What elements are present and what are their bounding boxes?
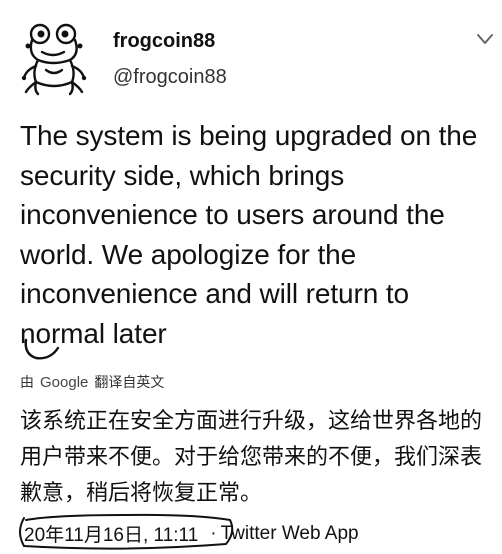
translate-from-english-link[interactable]: 翻译自英文	[94, 372, 164, 392]
tweet-card: frogcoin88 @frogcoin88 The system is bei…	[0, 0, 502, 554]
translated-text: 该系统正在安全方面进行升级，这给世界各地的用户带来不便。对于给您带来的不便，我们…	[20, 409, 483, 506]
translate-attribution: 由 Google 翻译自英文	[20, 372, 164, 392]
tweet-timestamp[interactable]: 20年11月16日, 11:11	[20, 520, 206, 547]
translate-prefix: 由	[20, 375, 34, 391]
tweet-footer: 20年11月16日, 11:11 · Twitter Web App	[20, 520, 359, 547]
frog-icon	[21, 23, 87, 96]
tweet-source[interactable]: Twitter Web App	[221, 523, 359, 545]
user-handle[interactable]: @frogcoin88	[113, 66, 227, 89]
tweet-menu-button[interactable]	[476, 32, 494, 46]
chevron-down-icon	[477, 34, 493, 44]
footer-separator: ·	[210, 522, 217, 544]
avatar[interactable]	[18, 20, 90, 96]
tweet-text: The system is being upgraded on the secu…	[20, 120, 478, 349]
display-name[interactable]: frogcoin88	[113, 30, 215, 53]
handwritten-underline-mark	[24, 338, 60, 360]
google-logo: Google	[40, 373, 89, 391]
